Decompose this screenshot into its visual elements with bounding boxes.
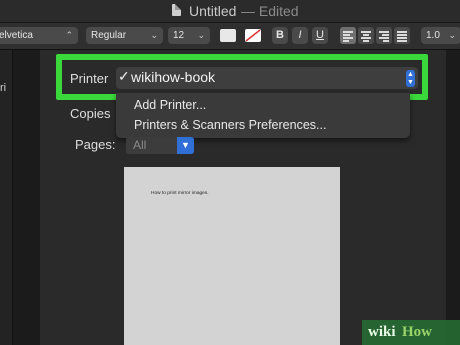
print-preview-page: How to print mirror images. (124, 167, 340, 345)
document-text-fragment: ri (0, 82, 7, 94)
wikihow-watermark: wiki How (362, 320, 460, 345)
font-size-select[interactable]: 12 ⌄ (168, 27, 210, 44)
chevron-updown-icon: ⌃ (65, 30, 73, 40)
font-family-select[interactable]: elvetica ⌃ (0, 27, 78, 44)
chevron-down-icon: ▼ (177, 137, 194, 154)
chevron-down-icon: ⌄ (448, 30, 456, 40)
chevron-updown-icon: ⌄ (150, 30, 158, 40)
font-style-value: Regular (91, 30, 127, 41)
font-size-value: 12 (173, 30, 185, 41)
window-edited-status: — Edited (241, 3, 299, 19)
bold-button[interactable]: B (272, 27, 288, 44)
align-justify-icon[interactable] (394, 27, 410, 44)
align-right-icon[interactable] (376, 27, 392, 44)
menu-item-add-printer[interactable]: Add Printer... (134, 98, 206, 112)
preview-document-text: How to print mirror images. (151, 191, 209, 196)
window-title: Untitled (189, 3, 237, 19)
text-color-swatch[interactable] (220, 29, 236, 42)
no-color-icon (245, 29, 261, 42)
watermark-wiki: wiki (368, 324, 396, 340)
align-center-icon[interactable] (358, 27, 374, 44)
pages-label: Pages: (75, 137, 116, 152)
title-bar: Untitled — Edited (0, 0, 460, 23)
underline-button[interactable]: U (312, 27, 328, 44)
chevron-down-icon: ⌄ (197, 30, 205, 40)
document-margin (0, 50, 13, 345)
line-spacing-select[interactable]: 1.0 ⌄ (421, 27, 460, 44)
watermark-how: How (402, 324, 432, 340)
format-toolbar: elvetica ⌃ Regular ⌄ 12 ⌄ B I U 1.0 ⌄ (0, 23, 460, 50)
font-style-select[interactable]: Regular ⌄ (86, 27, 163, 44)
line-spacing-value: 1.0 (426, 30, 440, 41)
pages-select[interactable]: All ▼ (126, 137, 194, 154)
align-left-icon[interactable] (340, 27, 356, 44)
highlight-color-swatch[interactable] (245, 29, 261, 42)
italic-button[interactable]: I (292, 27, 308, 44)
copies-label: Copies (70, 106, 111, 121)
menu-item-printers-scanners-prefs[interactable]: Printers & Scanners Preferences... (134, 118, 326, 132)
document-icon (172, 4, 181, 16)
font-family-value: elvetica (0, 30, 33, 41)
pages-value: All (133, 138, 147, 152)
printer-dropdown-menu: Add Printer... Printers & Scanners Prefe… (116, 93, 410, 138)
